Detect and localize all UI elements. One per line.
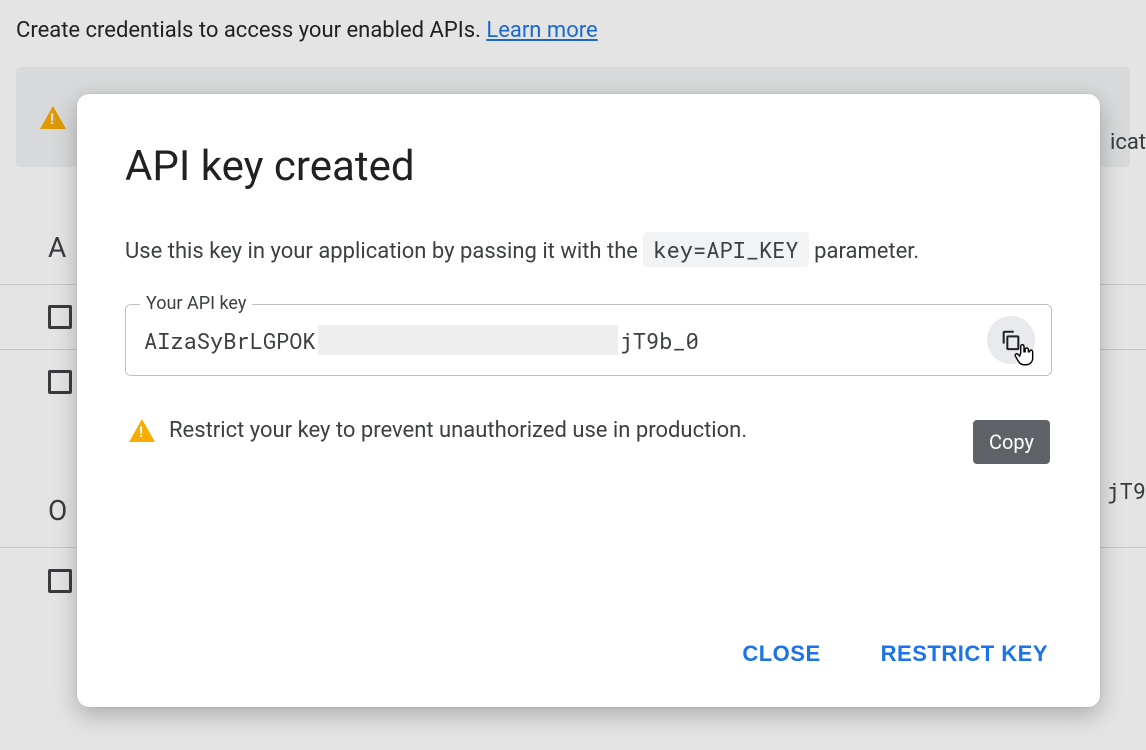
warning-text: Restrict your key to prevent unauthorize…: [169, 418, 747, 443]
field-legend: Your API key: [140, 293, 252, 314]
warning-icon: [129, 419, 155, 442]
truncated-text: icat: [1110, 130, 1146, 155]
api-key-value[interactable]: AIzaSyBrLGPOK jT9b_0: [144, 325, 987, 355]
truncated-key-text: jT9: [1106, 476, 1146, 505]
desc-text-before: Use this key in your application by pass…: [125, 239, 643, 264]
intro-text: Create credentials to access your enable…: [16, 18, 486, 43]
restrict-key-button[interactable]: RESTRICT KEY: [877, 633, 1052, 675]
key-prefix: AIzaSyBrLGPOK: [144, 326, 316, 355]
key-redacted-middle: [318, 325, 618, 355]
dialog-actions: CLOSE RESTRICT KEY: [125, 613, 1052, 675]
desc-text-after: parameter.: [814, 239, 919, 264]
copy-button[interactable]: [987, 316, 1035, 364]
row-checkbox[interactable]: [48, 370, 72, 394]
desc-code-param: key=API_KEY: [643, 232, 808, 267]
close-button[interactable]: CLOSE: [738, 633, 824, 675]
restrict-warning: Restrict your key to prevent unauthorize…: [125, 418, 1052, 443]
select-all-checkbox[interactable]: [48, 569, 72, 593]
api-key-field[interactable]: Your API key AIzaSyBrLGPOKjT9b_0: [125, 304, 1052, 376]
select-all-checkbox[interactable]: [48, 305, 72, 329]
dialog-title: API key created: [125, 142, 1052, 191]
learn-more-link[interactable]: Learn more: [486, 18, 597, 43]
page-intro: Create credentials to access your enable…: [0, 0, 1146, 67]
dialog-description: Use this key in your application by pass…: [125, 235, 1052, 264]
copy-tooltip: Copy: [973, 420, 1050, 464]
copy-icon: [1000, 329, 1022, 351]
api-key-created-dialog: API key created Use this key in your app…: [77, 94, 1100, 707]
warning-icon: [40, 106, 66, 129]
key-suffix: jT9b_0: [620, 326, 699, 355]
